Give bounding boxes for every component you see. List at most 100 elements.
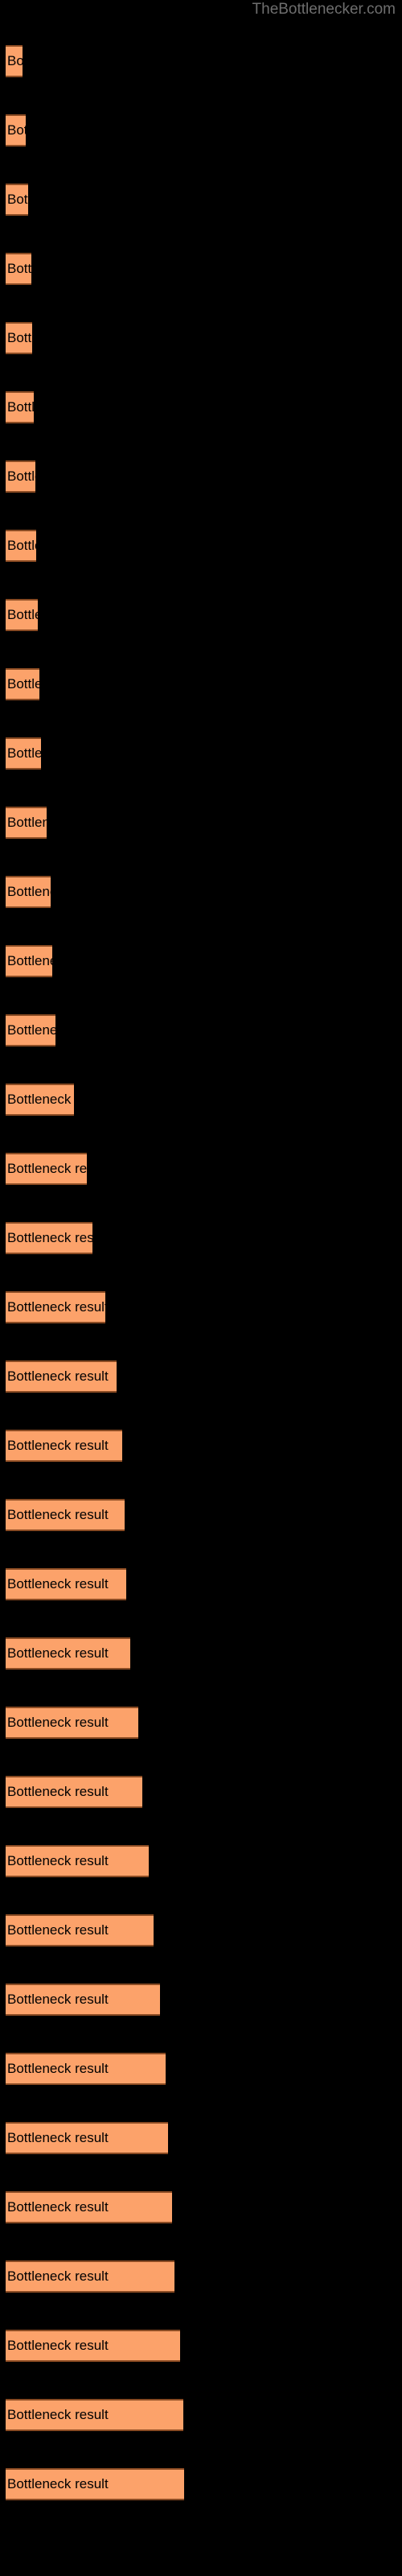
bar-row[interactable]: Bottleneck result xyxy=(0,2468,402,2504)
bar-row[interactable]: Bottleneck result xyxy=(0,1084,402,1119)
bar-clip: Bottleneck result xyxy=(0,2330,187,2365)
bar[interactable] xyxy=(6,114,26,147)
bar-clip: Bottleneck result xyxy=(0,1984,187,2019)
bar[interactable] xyxy=(6,2191,172,2223)
bar-row[interactable]: Bottleneck result xyxy=(0,1707,402,1742)
bar-clip: Bottleneck result xyxy=(0,460,187,496)
bar-clip: Bottleneck result xyxy=(0,1568,187,1604)
bar-clip: Bottleneck result xyxy=(0,322,187,357)
bar[interactable] xyxy=(6,2330,180,2362)
bar[interactable] xyxy=(6,1707,138,1739)
bar-clip: Bottleneck result xyxy=(0,1430,187,1465)
bar-row[interactable]: Bottleneck result xyxy=(0,1014,402,1050)
bar[interactable] xyxy=(6,668,39,700)
bar[interactable] xyxy=(6,2468,184,2500)
bar[interactable] xyxy=(6,1084,74,1116)
bar-row[interactable]: Bottleneck result 4 xyxy=(0,2399,402,2434)
bar-clip: Bottleneck result xyxy=(0,1014,187,1050)
bar-row[interactable]: Bottleneck result xyxy=(0,1776,402,1811)
bar-row[interactable]: Bottleneck result xyxy=(0,1499,402,1534)
bar-row[interactable]: Bottleneck result xyxy=(0,114,402,150)
bar-clip: Bottleneck result xyxy=(0,1637,187,1673)
bar-row[interactable]: Bottleneck result xyxy=(0,2260,402,2296)
bar[interactable] xyxy=(6,184,28,216)
bar-clip: Bottleneck result xyxy=(0,945,187,980)
bar-row[interactable]: Bottleneck result xyxy=(0,945,402,980)
bar-row[interactable]: Bottleneck result xyxy=(0,391,402,427)
bar-clip: Bottleneck result xyxy=(0,391,187,427)
bar-row[interactable]: Bottleneck result xyxy=(0,2191,402,2227)
bar-clip: Bottleneck result xyxy=(0,2122,187,2157)
bar-clip: Bottleneck result xyxy=(0,1291,187,1327)
bar[interactable] xyxy=(6,1430,122,1462)
bar-row[interactable]: Bottleneck result xyxy=(0,322,402,357)
bar-row[interactable]: Bottleneck result xyxy=(0,184,402,219)
bar-row[interactable]: Bottleneck result xyxy=(0,253,402,288)
bar-row[interactable]: Bottleneck result xyxy=(0,1222,402,1257)
bar[interactable] xyxy=(6,1291,105,1323)
bar-row[interactable]: Bottleneck result xyxy=(0,876,402,911)
bar-row[interactable]: Bottleneck result xyxy=(0,668,402,704)
bar[interactable] xyxy=(6,1153,87,1185)
bar[interactable] xyxy=(6,530,36,562)
bar[interactable] xyxy=(6,1360,117,1393)
bar-row[interactable]: Bottleneck result xyxy=(0,1430,402,1465)
bar-clip: Bottleneck result xyxy=(0,1845,187,1880)
bar[interactable] xyxy=(6,1014,55,1046)
bar[interactable] xyxy=(6,2399,183,2431)
bar[interactable] xyxy=(6,1914,154,1946)
bar[interactable] xyxy=(6,737,41,770)
bar-clip: Bottleneck result xyxy=(0,1360,187,1396)
bar-row[interactable]: Bottleneck result xyxy=(0,1291,402,1327)
bar-clip: Bottleneck result xyxy=(0,1914,187,1950)
bar-row[interactable]: Bottleneck result xyxy=(0,2330,402,2365)
bar-clip: Bottleneck result xyxy=(0,530,187,565)
bar-row[interactable]: Bottleneck result xyxy=(0,1914,402,1950)
bar-clip: Bottleneck result xyxy=(0,2399,187,2434)
bar-clip: Bottleneck result xyxy=(0,45,187,80)
bar-clip: Bottleneck result xyxy=(0,253,187,288)
bar-clip: Bottleneck result xyxy=(0,184,187,219)
bar[interactable] xyxy=(6,599,38,631)
bar-row[interactable]: Bottleneck result xyxy=(0,1845,402,1880)
bar[interactable] xyxy=(6,45,23,77)
bar-clip: Bottleneck result xyxy=(0,1153,187,1188)
bar[interactable] xyxy=(6,1499,125,1531)
bar[interactable] xyxy=(6,1845,149,1877)
bar-row[interactable]: Bottleneck result xyxy=(0,2053,402,2088)
bar[interactable] xyxy=(6,1637,130,1670)
bar[interactable] xyxy=(6,391,34,423)
bar[interactable] xyxy=(6,322,32,354)
bar[interactable] xyxy=(6,253,31,285)
bar-clip: Bottleneck result xyxy=(0,2053,187,2088)
bar-row[interactable]: Bottleneck result xyxy=(0,807,402,842)
bar-row[interactable]: Bottleneck result xyxy=(0,599,402,634)
bar-row[interactable]: Bottleneck result xyxy=(0,1568,402,1604)
bar[interactable] xyxy=(6,807,47,839)
bar[interactable] xyxy=(6,1222,92,1254)
bar-row[interactable]: Bottleneck result xyxy=(0,45,402,80)
bar[interactable] xyxy=(6,460,35,493)
bar-row[interactable]: Bottleneck result xyxy=(0,1153,402,1188)
bar[interactable] xyxy=(6,2260,174,2293)
bar-clip: Bottleneck result xyxy=(0,1222,187,1257)
bar-clip: Bottleneck result xyxy=(0,807,187,842)
bar-clip: Bottleneck result xyxy=(0,2468,187,2504)
bar[interactable] xyxy=(6,1984,160,2016)
bar-row[interactable]: Bottleneck result xyxy=(0,737,402,773)
bar-row[interactable]: Bottleneck result xyxy=(0,1360,402,1396)
bar-row[interactable]: Bottleneck result xyxy=(0,1984,402,2019)
bar[interactable] xyxy=(6,945,52,977)
bar[interactable] xyxy=(6,1568,126,1600)
bar-clip: Bottleneck result xyxy=(0,737,187,773)
bar-row[interactable]: Bottleneck result xyxy=(0,1637,402,1673)
bar-row[interactable]: Bottleneck result xyxy=(0,460,402,496)
chart-plot-area: Bottleneck result Bottleneck result Bottle… xyxy=(0,0,402,2576)
bar-row[interactable]: Bottleneck result xyxy=(0,2122,402,2157)
bar-row[interactable]: Bottleneck result xyxy=(0,530,402,565)
bar[interactable] xyxy=(6,1776,142,1808)
bar[interactable] xyxy=(6,2122,168,2154)
bar[interactable] xyxy=(6,2053,166,2085)
bar-clip: Bottleneck result xyxy=(0,1707,187,1742)
bar[interactable] xyxy=(6,876,51,908)
